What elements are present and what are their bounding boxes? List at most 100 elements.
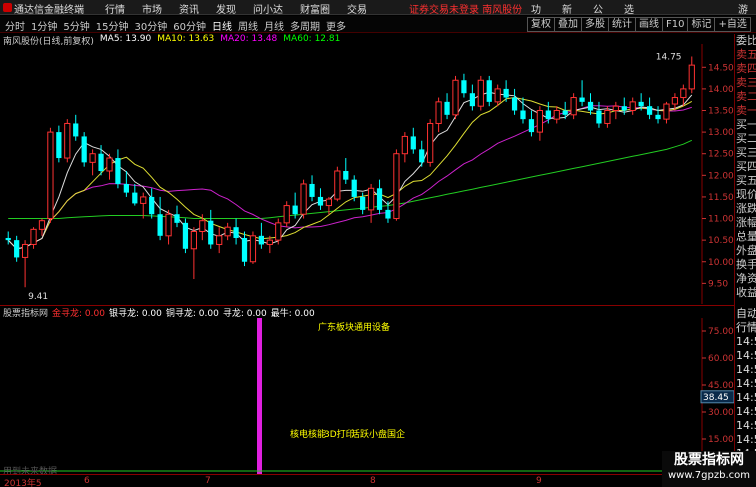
ma10-line (7, 96, 693, 250)
candle-body-21 (182, 222, 189, 249)
menu-item-1[interactable]: 市场 (142, 1, 162, 16)
indicator-chart[interactable]: 75.0060.0045.0030.0015.000.0038.45 (0, 318, 734, 474)
menu-item-6[interactable]: 交易 (347, 1, 367, 16)
quote-label-10: 买五 (736, 174, 756, 187)
sector-annotation: 广东板块通用设备 (318, 323, 391, 333)
candle-body-69 (587, 101, 594, 111)
candle-body-54 (461, 80, 467, 94)
tool-button-4[interactable]: 画线 (635, 17, 662, 32)
price-tick-9: 10.00 (708, 258, 734, 268)
tick-row-1: 行情 (736, 321, 756, 334)
quote-label-11: 现价 (736, 188, 756, 201)
menu-item-0[interactable]: 行情 (105, 1, 125, 16)
candle-body-29 (249, 235, 257, 263)
tool-button-0[interactable]: 复权 (527, 17, 554, 32)
menu-item-5[interactable]: 财富圈 (300, 1, 330, 16)
period-tab-1[interactable]: 1分钟 (29, 18, 59, 33)
title-bar: 通达信金融终端 行情市场资讯发现问小达财富圈交易 证券交易未登录 南风股份 功能… (0, 0, 756, 31)
candle-body-74 (629, 101, 636, 112)
tool-button-6[interactable]: 标记 (687, 17, 715, 32)
tick-row-2: 14:5 (736, 335, 756, 348)
indicator-tick-1: 60.00 (708, 354, 734, 364)
menu-item-4[interactable]: 问小达 (253, 1, 283, 16)
candle-body-10 (89, 153, 96, 163)
price-tick-10: 9.50 (708, 279, 728, 289)
period-tab-2[interactable]: 5分钟 (61, 18, 91, 33)
period-tab-6[interactable]: 日线 (210, 18, 234, 33)
period-tab-9[interactable]: 多周期 (288, 18, 322, 33)
cursor-value: 38.45 (703, 393, 729, 403)
candle-body-24 (208, 220, 214, 245)
quote-label-18: 收益 (736, 286, 756, 299)
price-tick-4: 12.50 (708, 150, 734, 160)
quote-panel: 委比 卖五 卖四 卖三 卖二 卖一 买一 买二 买三 买四 买五 现价 涨跌 涨幅 总量 外盘 换手 净资 收益 (734, 34, 756, 330)
tool-button-7[interactable]: +自选 (714, 17, 751, 32)
candle-body-77 (655, 114, 661, 120)
indicator-tick-4: 15.00 (708, 435, 734, 445)
period-tab-0[interactable]: 分时 (3, 18, 27, 33)
quote-label-17: 净资 (736, 272, 756, 285)
candle-body-25 (216, 235, 223, 245)
tick-row-3: 14:5 (736, 349, 756, 362)
candle-body-37 (317, 196, 324, 206)
candle-body-78 (663, 103, 670, 120)
tick-row-6: 14:5 (736, 391, 756, 404)
candle-body-11 (98, 153, 104, 171)
price-tick-1: 14.00 (708, 85, 734, 95)
candle-body-51 (435, 101, 442, 124)
concept-annotation-3: 活跃小盘国企 (351, 430, 406, 440)
candle-body-72 (612, 105, 619, 111)
quote-label-8: 买三 (736, 146, 756, 159)
period-tab-7[interactable]: 周线 (236, 18, 260, 33)
candle-body-63 (536, 110, 543, 133)
date-tick-1: 6 (84, 476, 90, 486)
period-tab-3[interactable]: 15分钟 (94, 18, 131, 33)
login-status[interactable]: 证券交易未登录 南风股份 (409, 1, 522, 16)
tool-button-3[interactable]: 统计 (608, 17, 635, 32)
quote-label-3: 卖三 (736, 76, 756, 89)
indicator-tick-3: 30.00 (708, 408, 734, 418)
candle-body-7 (64, 122, 71, 159)
indicator-item-2: 铜寻龙: 0.00 (165, 309, 219, 319)
candle-body-41 (351, 179, 357, 197)
candle-body-2 (21, 243, 29, 258)
menu-item-2[interactable]: 资讯 (179, 1, 199, 16)
candle-body-1 (14, 240, 20, 258)
price-tick-7: 11.00 (708, 215, 734, 225)
period-tabs: 分时 1分钟 5分钟 15分钟 30分钟 60分钟 日线 周线 月线 多周期 更多 (3, 18, 348, 33)
quote-label-1: 卖五 (736, 48, 756, 61)
period-tab-10[interactable]: 更多 (324, 18, 348, 33)
tool-button-5[interactable]: F10 (662, 17, 688, 32)
candle-body-17 (149, 196, 155, 215)
date-tick-0: 2013年5 (4, 479, 42, 487)
date-tick-4: 9 (536, 476, 542, 486)
quote-label-13: 涨幅 (736, 216, 756, 229)
candle-body-59 (503, 88, 509, 98)
candle-body-60 (511, 97, 518, 111)
price-tick-8: 10.50 (708, 236, 734, 246)
indicator-tick-0: 75.00 (708, 327, 734, 337)
indicator-item-4: 最牛: 0.00 (270, 309, 315, 319)
tool-button-2[interactable]: 多股 (581, 17, 608, 32)
candle-body-32 (275, 222, 282, 241)
chart-tools: 复权 叠加 多股 统计 画线 F10 标记 +自选 (527, 17, 751, 32)
high-price-label: 14.75 (656, 52, 682, 62)
period-tab-8[interactable]: 月线 (262, 18, 286, 33)
menu-item-3[interactable]: 发现 (216, 1, 236, 16)
candle-body-49 (419, 149, 425, 163)
stock-link[interactable]: 南风股份 (482, 5, 522, 16)
indicator-name[interactable]: 股票指标网 (3, 306, 48, 319)
candle-body-55 (469, 93, 475, 107)
tool-button-1[interactable]: 叠加 (554, 17, 581, 32)
period-tab-4[interactable]: 30分钟 (132, 18, 169, 33)
kline-chart[interactable]: 14.50 14.00 13.50 13.00 12.50 12.00 11.50 11.00… (0, 44, 734, 304)
tick-row-0: 自动 (736, 307, 756, 320)
candle-body-56 (477, 79, 484, 107)
period-tab-5[interactable]: 60分钟 (171, 18, 208, 33)
price-tick-6: 11.50 (708, 193, 734, 203)
candle-body-20 (174, 214, 180, 223)
quote-label-7: 买二 (736, 132, 756, 145)
candle-body-52 (444, 101, 450, 115)
candle-body-26 (224, 226, 231, 237)
candle-body-22 (190, 231, 197, 250)
